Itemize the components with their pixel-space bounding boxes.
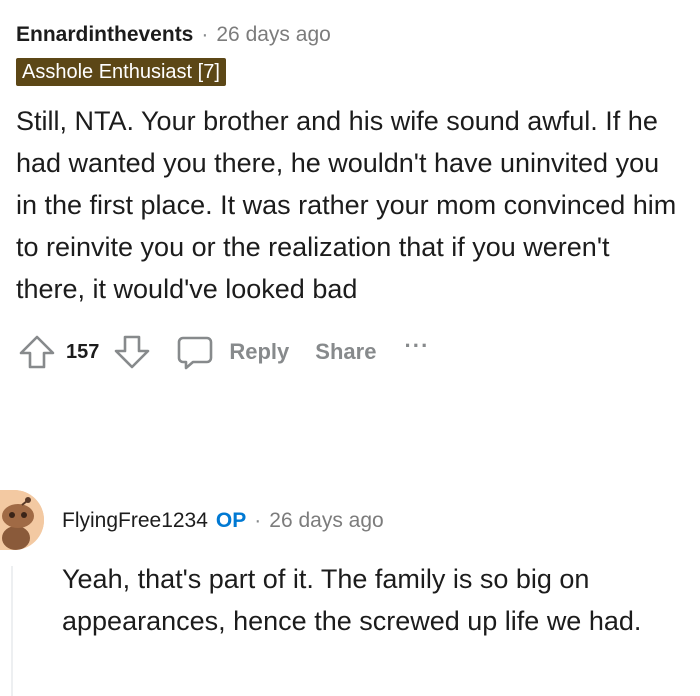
upvote-icon[interactable]: [16, 331, 58, 373]
meta-separator: ·: [201, 23, 209, 46]
thread-line[interactable]: [11, 566, 13, 696]
downvote-icon[interactable]: [111, 331, 153, 373]
reply-author[interactable]: FlyingFree1234: [62, 506, 208, 536]
more-icon[interactable]: ···: [404, 333, 429, 359]
reply-button[interactable]: Reply: [175, 332, 289, 372]
comment-bubble-icon: [175, 332, 215, 372]
comment-meta: Ennardinthevents · 26 days ago: [16, 20, 686, 50]
comment-body: Still, NTA. Your brother and his wife so…: [16, 106, 677, 304]
share-button[interactable]: Share: [315, 339, 376, 365]
comment-parent: Ennardinthevents · 26 days ago Asshole E…: [16, 20, 686, 372]
reply-meta: FlyingFree1234 OP · 26 days ago: [62, 506, 384, 536]
comment-author[interactable]: Ennardinthevents: [16, 20, 193, 50]
vote-score: 157: [66, 340, 100, 363]
reply-body: Yeah, that's part of it. The family is s…: [62, 564, 642, 636]
reply-label: Reply: [229, 339, 290, 364]
snoo-avatar-icon[interactable]: [0, 490, 44, 550]
comment-actions: 157 Reply Share ···: [16, 332, 686, 372]
op-badge: OP: [215, 509, 247, 532]
reply-timestamp[interactable]: 26 days ago: [269, 506, 383, 536]
comment-timestamp[interactable]: 26 days ago: [216, 20, 330, 50]
meta-separator: ·: [254, 509, 262, 532]
user-flair: Asshole Enthusiast [7]: [16, 58, 226, 86]
